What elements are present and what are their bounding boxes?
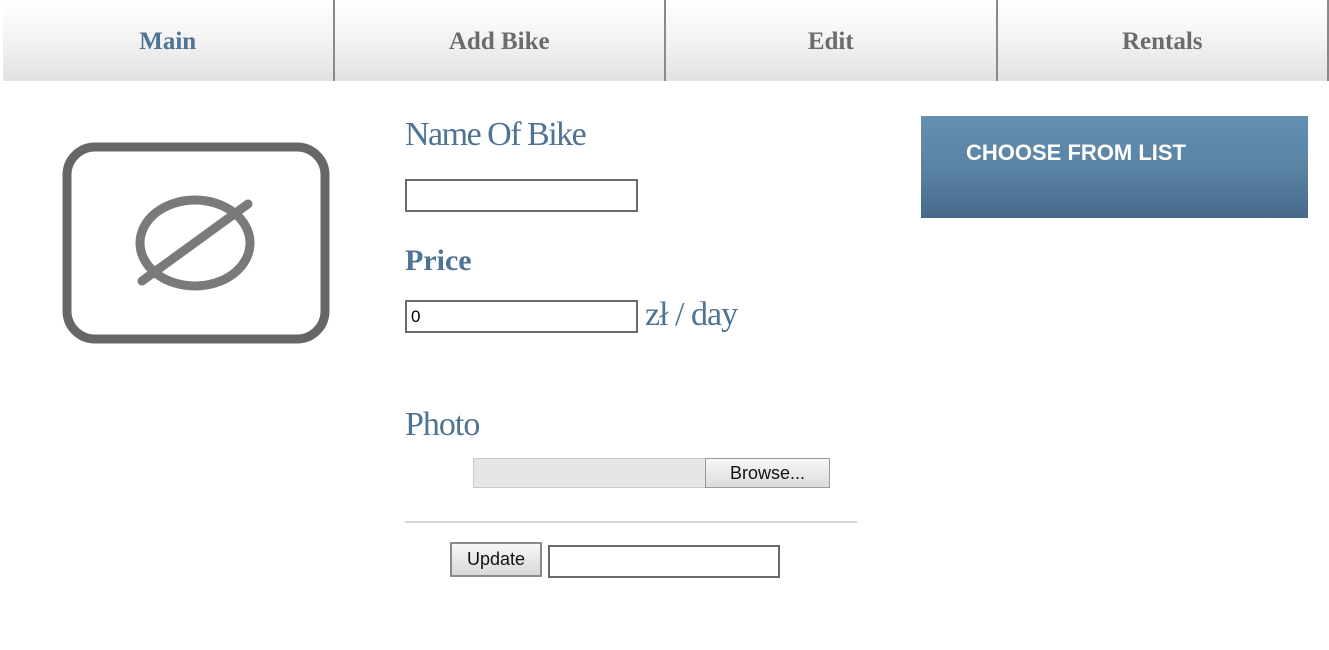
divider — [405, 521, 857, 523]
update-button[interactable]: Update — [450, 542, 542, 577]
price-input[interactable] — [405, 300, 638, 333]
tab-add-bike[interactable]: Add Bike — [334, 0, 666, 81]
update-field[interactable] — [548, 545, 780, 578]
tab-rentals[interactable]: Rentals — [997, 0, 1329, 81]
name-of-bike-label: Name Of Bike — [405, 116, 587, 153]
browse-button[interactable]: Browse... — [705, 458, 830, 488]
tab-edit[interactable]: Edit — [666, 0, 998, 81]
file-path-field[interactable] — [473, 458, 706, 488]
tab-main[interactable]: Main — [3, 0, 335, 81]
no-image-icon — [60, 140, 332, 346]
tab-add-bike-label: Add Bike — [448, 27, 550, 55]
bike-name-input[interactable] — [405, 179, 638, 212]
price-unit-label: zł / day — [645, 296, 738, 333]
choose-from-list-button[interactable]: CHOOSE FROM LIST — [921, 116, 1308, 218]
photo-label: Photo — [405, 406, 480, 443]
tab-main-label: Main — [139, 27, 197, 55]
top-nav: Main Add Bike Edit Rentals — [3, 0, 1329, 81]
tab-edit-label: Edit — [807, 27, 854, 55]
price-label: Price — [405, 244, 472, 277]
tab-rentals-label: Rentals — [1121, 27, 1203, 55]
